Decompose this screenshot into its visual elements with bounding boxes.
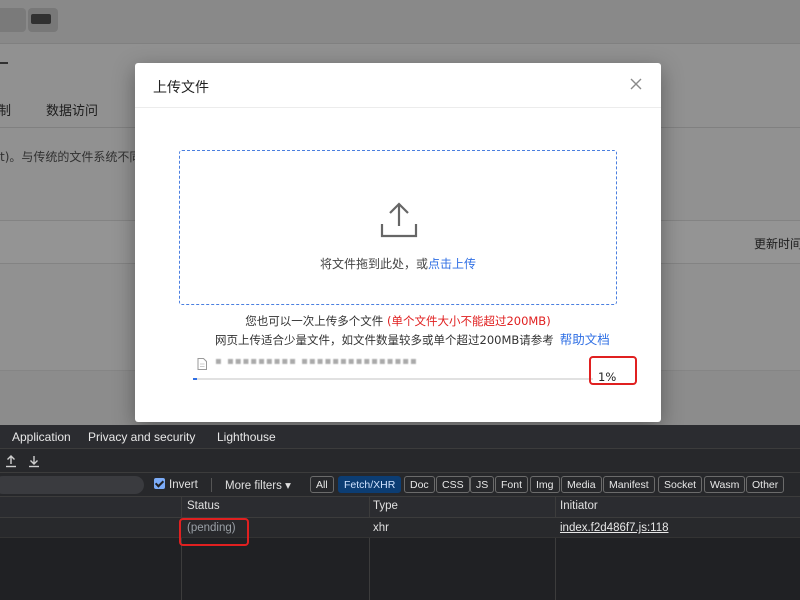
filter-fetch-xhr[interactable]: Fetch/XHR <box>338 476 402 493</box>
tab-privacy-security[interactable]: Privacy and security <box>88 430 195 444</box>
column-initiator[interactable]: Initiator <box>560 500 598 512</box>
devtools-icon-bar <box>0 449 800 473</box>
column-divider <box>555 497 556 600</box>
upload-file-item: ▪ ▪▪▪▪▪▪▪▪▪ ▪▪▪▪▪▪▪▪▪▪▪▪▪▪▪ <box>193 356 623 382</box>
network-request-row[interactable]: (pending) xhr index.f2d486f7.js:118 <box>0 518 800 538</box>
upload-progress-fill <box>193 378 197 380</box>
size-limit-warning: (单个文件大小不能超过200MB) <box>386 314 551 328</box>
column-status[interactable]: Status <box>187 500 220 512</box>
upload-hint: 您也可以一次上传多个文件 (单个文件大小不能超过200MB) <box>135 313 661 329</box>
upload-dialog: 上传文件 将文件拖到此处，或点击上传 您也可以一次上传多个文件 (单个文件大小不… <box>135 63 661 422</box>
request-initiator-link[interactable]: index.f2d486f7.js:118 <box>560 522 668 534</box>
dialog-title: 上传文件 <box>153 80 209 96</box>
devtools-tabs: Application Privacy and security Lightho… <box>0 425 800 449</box>
request-type: xhr <box>373 522 389 534</box>
highlight-box-percent <box>589 356 637 385</box>
filter-other[interactable]: Other <box>746 476 785 493</box>
column-divider <box>181 497 182 600</box>
hint-text: 您也可以一次上传多个文件 <box>245 314 384 328</box>
column-divider <box>369 497 370 600</box>
upload-progress-bar <box>193 378 593 380</box>
file-icon <box>197 358 207 370</box>
network-table: Status Type Initiator (pending) xhr inde… <box>0 497 800 600</box>
upload-dropzone[interactable]: 将文件拖到此处，或点击上传 <box>179 150 617 305</box>
click-upload-link[interactable]: 点击上传 <box>428 257 476 271</box>
invert-label: Invert <box>169 479 198 491</box>
filter-img[interactable]: Img <box>530 476 560 493</box>
tab-application[interactable]: Application <box>12 430 71 444</box>
filter-media[interactable]: Media <box>561 476 602 493</box>
dropzone-text: 将文件拖到此处，或点击上传 <box>180 255 616 272</box>
tab-lighthouse[interactable]: Lighthouse <box>217 430 276 444</box>
filter-js[interactable]: JS <box>470 476 495 493</box>
filter-all[interactable]: All <box>310 476 334 493</box>
filter-socket[interactable]: Socket <box>658 476 703 493</box>
devtools-filter-bar: Invert More filters ▾ All Fetch/XHR Doc … <box>0 473 800 497</box>
file-name-redacted: ▪ ▪▪▪▪▪▪▪▪▪ ▪▪▪▪▪▪▪▪▪▪▪▪▪▪▪ <box>215 356 418 367</box>
highlight-box-pending <box>179 518 249 546</box>
hint-text-secondary: 网页上传适合少量文件，如文件数量较多或单个超过200MB请参考 <box>215 333 554 347</box>
upload-icon[interactable] <box>4 454 18 468</box>
download-icon[interactable] <box>27 454 41 468</box>
filter-divider <box>211 478 212 492</box>
filter-font[interactable]: Font <box>495 476 529 493</box>
checkbox-checked-icon <box>154 478 165 489</box>
invert-checkbox[interactable]: Invert <box>154 478 198 492</box>
more-filters-dropdown[interactable]: More filters ▾ <box>225 478 291 492</box>
filter-manifest[interactable]: Manifest <box>603 476 655 493</box>
filter-wasm[interactable]: Wasm <box>704 476 746 493</box>
filter-css[interactable]: CSS <box>436 476 470 493</box>
filter-search-input[interactable] <box>0 476 144 494</box>
help-docs-link[interactable]: 帮助文档 <box>560 332 610 347</box>
devtools-panel: Application Privacy and security Lightho… <box>0 425 800 600</box>
upload-icon <box>380 202 418 238</box>
filter-doc[interactable]: Doc <box>404 476 435 493</box>
upload-hint-secondary: 网页上传适合少量文件，如文件数量较多或单个超过200MB请参考 帮助文档 <box>215 329 610 348</box>
dropzone-label: 将文件拖到此处，或 <box>319 257 428 271</box>
column-type[interactable]: Type <box>373 500 398 512</box>
network-table-header: Status Type Initiator <box>0 497 800 518</box>
dialog-divider <box>135 107 661 108</box>
close-icon[interactable] <box>625 73 647 95</box>
